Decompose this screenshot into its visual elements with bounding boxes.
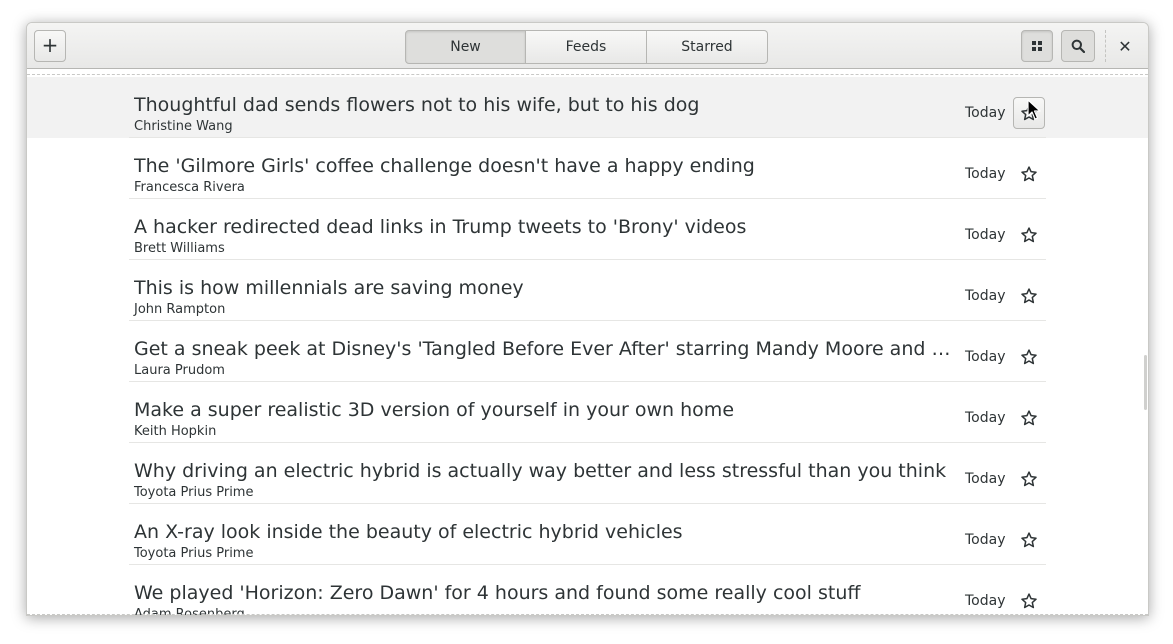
header-separator <box>1105 30 1106 62</box>
star-icon <box>1021 471 1037 487</box>
article-row[interactable]: We played 'Horizon: Zero Dawn' for 4 hou… <box>27 565 1148 615</box>
scroll-indicator[interactable] <box>1144 355 1147 410</box>
article-title: We played 'Horizon: Zero Dawn' for 4 hou… <box>134 582 861 604</box>
article-row[interactable]: This is how millennials are saving money… <box>27 260 1148 321</box>
tab-starred[interactable]: Starred <box>647 30 768 64</box>
article-date: Today <box>965 593 1006 609</box>
tab-new[interactable]: New <box>405 30 526 64</box>
article-title: The 'Gilmore Girls' coffee challenge doe… <box>134 155 755 177</box>
add-feed-button[interactable]: + <box>34 30 66 62</box>
grid-icon <box>1032 41 1042 51</box>
article-date: Today <box>965 532 1006 548</box>
tab-feeds[interactable]: Feeds <box>526 30 647 64</box>
article-author: Francesca Rivera <box>134 180 245 195</box>
star-icon <box>1021 227 1037 243</box>
article-date: Today <box>965 471 1006 487</box>
list-top-edge <box>27 74 1148 75</box>
article-row[interactable]: The 'Gilmore Girls' coffee challenge doe… <box>27 138 1148 199</box>
view-switcher: New Feeds Starred <box>405 30 768 64</box>
article-row[interactable]: Get a sneak peek at Disney's 'Tangled Be… <box>27 321 1148 382</box>
header-bar: + New Feeds Starred ✕ <box>27 23 1148 69</box>
selection-mode-button[interactable] <box>1021 30 1053 62</box>
plus-icon: + <box>41 33 59 57</box>
article-title: Make a super realistic 3D version of you… <box>134 399 735 421</box>
star-icon <box>1021 105 1037 121</box>
article-author: Keith Hopkin <box>134 424 217 439</box>
article-row[interactable]: An X-ray look inside the beauty of elect… <box>27 504 1148 565</box>
article-date: Today <box>965 166 1006 182</box>
article-author: Toyota Prius Prime <box>134 546 254 561</box>
search-icon <box>1071 39 1085 53</box>
article-row[interactable]: Make a super realistic 3D version of you… <box>27 382 1148 443</box>
star-button[interactable] <box>1013 524 1045 556</box>
article-date: Today <box>965 105 1006 121</box>
star-button[interactable] <box>1013 280 1045 312</box>
star-button[interactable] <box>1013 463 1045 495</box>
star-button[interactable] <box>1013 97 1045 129</box>
article-author: Laura Prudom <box>134 363 225 378</box>
list-bottom-edge <box>27 614 1148 615</box>
article-date: Today <box>965 410 1006 426</box>
star-button[interactable] <box>1013 341 1045 373</box>
search-button[interactable] <box>1061 30 1095 62</box>
article-list: Thoughtful dad sends flowers not to his … <box>27 70 1148 615</box>
article-title: An X-ray look inside the beauty of elect… <box>134 521 683 543</box>
close-button[interactable]: ✕ <box>1109 30 1141 62</box>
article-title: Thoughtful dad sends flowers not to his … <box>134 94 700 116</box>
article-date: Today <box>965 349 1006 365</box>
star-button[interactable] <box>1013 585 1045 615</box>
star-button[interactable] <box>1013 219 1045 251</box>
article-row[interactable]: Why driving an electric hybrid is actual… <box>27 443 1148 504</box>
star-button[interactable] <box>1013 158 1045 190</box>
star-icon <box>1021 166 1037 182</box>
star-icon <box>1021 410 1037 426</box>
star-icon <box>1021 593 1037 609</box>
article-date: Today <box>965 288 1006 304</box>
star-button[interactable] <box>1013 402 1045 434</box>
article-row[interactable]: Thoughtful dad sends flowers not to his … <box>27 77 1148 138</box>
close-icon: ✕ <box>1118 36 1132 56</box>
article-title: Get a sneak peek at Disney's 'Tangled Be… <box>134 338 952 360</box>
star-icon <box>1021 349 1037 365</box>
app-window: + New Feeds Starred ✕ Thoughtful dad sen… <box>26 22 1149 616</box>
article-title: Why driving an electric hybrid is actual… <box>134 460 947 482</box>
article-row[interactable]: A hacker redirected dead links in Trump … <box>27 199 1148 260</box>
article-date: Today <box>965 227 1006 243</box>
article-author: Toyota Prius Prime <box>134 485 254 500</box>
article-author: Christine Wang <box>134 119 233 134</box>
article-title: This is how millennials are saving money <box>134 277 524 299</box>
star-icon <box>1021 288 1037 304</box>
article-author: John Rampton <box>134 302 226 317</box>
star-icon <box>1021 532 1037 548</box>
article-title: A hacker redirected dead links in Trump … <box>134 216 747 238</box>
article-author: Brett Williams <box>134 241 225 256</box>
